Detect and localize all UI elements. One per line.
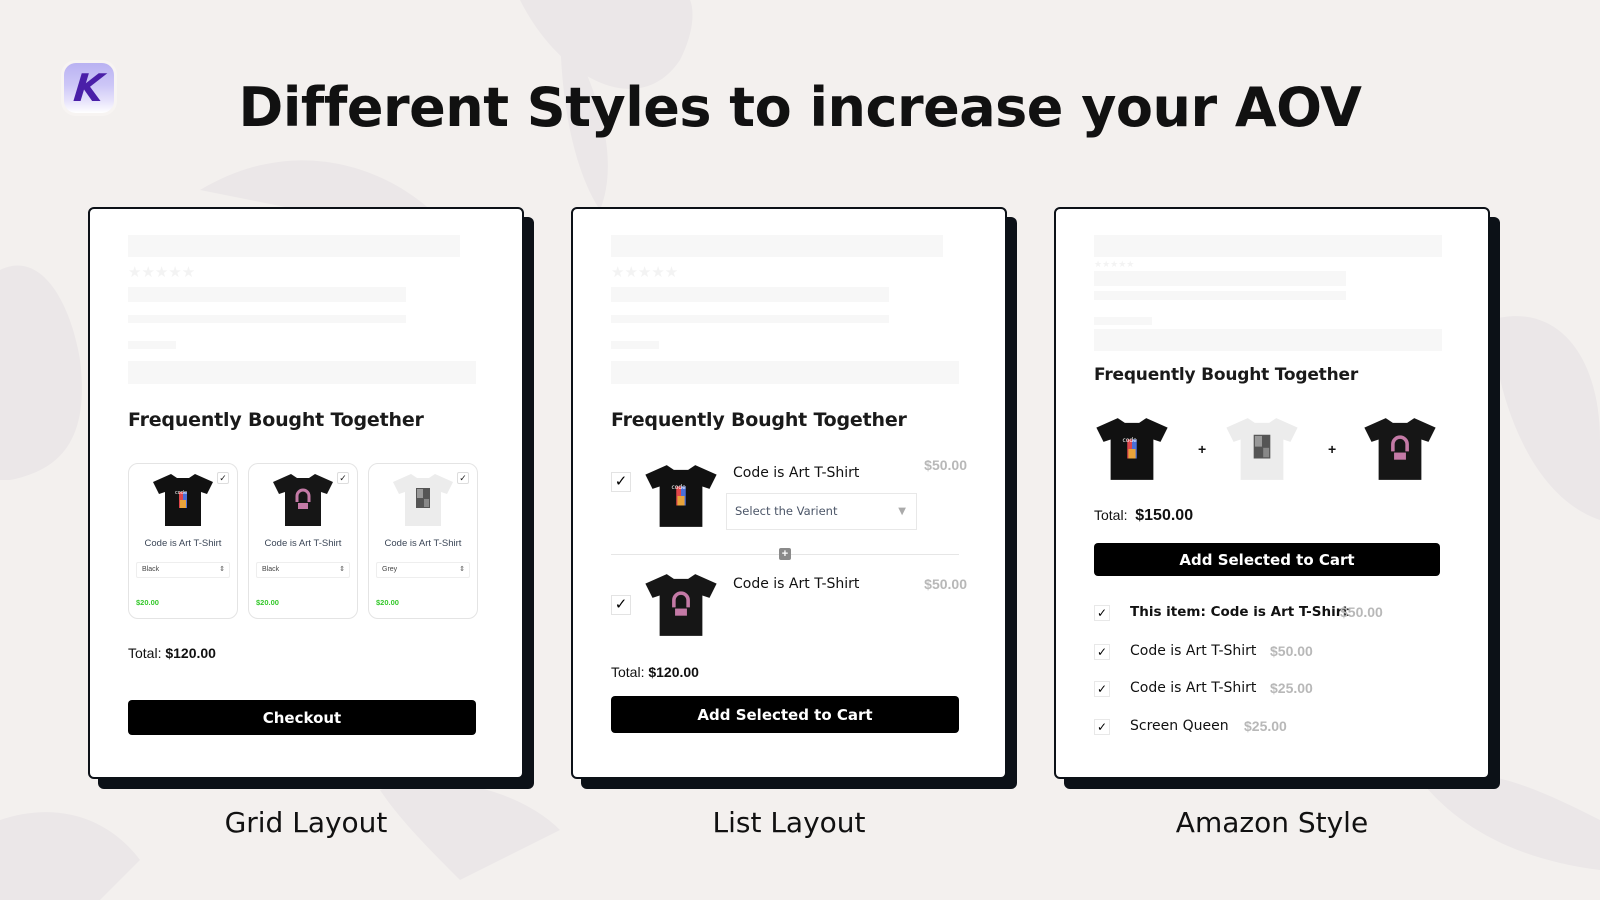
product-checkbox[interactable]: ✓ <box>457 472 469 484</box>
fbt-title: Frequently Bought Together <box>611 409 907 431</box>
skeleton-stars: ★★★★★ <box>128 264 196 281</box>
total: Total: $150.00 <box>1094 507 1194 524</box>
item-price: $25.00 <box>1244 718 1287 734</box>
select-arrows-icon: ⇕ <box>459 566 465 573</box>
skeleton-block <box>1094 329 1442 351</box>
skeleton-line <box>128 315 406 323</box>
fbt-title: Frequently Bought Together <box>1094 365 1359 385</box>
item-name: Code is Art T-Shirt <box>733 465 860 481</box>
svg-text:code: code <box>175 490 187 496</box>
svg-text:code: code <box>672 484 687 491</box>
grid-layout-panel: ★★★★★ Frequently Bought Together ✓ code … <box>88 207 534 789</box>
item-price: $50.00 <box>924 576 967 592</box>
item-price: $50.00 <box>924 457 967 473</box>
product-checkbox[interactable]: ✓ <box>337 472 349 484</box>
add-selected-to-cart-button[interactable]: Add Selected to Cart <box>1094 543 1440 576</box>
skeleton-line <box>1094 271 1346 286</box>
checkout-button[interactable]: Checkout <box>128 700 476 735</box>
product-price: $20.00 <box>376 598 399 607</box>
skeleton-stars: ★★★★★ <box>1094 259 1135 269</box>
item-name: Code is Art T-Shirt <box>1130 680 1257 696</box>
grid-layout-caption: Grid Layout <box>224 806 388 839</box>
variant-select[interactable]: Select the Varient ▼ <box>726 493 917 530</box>
dropdown-arrow-icon: ▼ <box>898 506 906 517</box>
black-rainbow-shirt-image <box>273 474 333 526</box>
black-rainbow-shirt-image <box>1364 418 1436 480</box>
select-arrows-icon: ⇕ <box>219 566 225 573</box>
product-name: Code is Art T-Shirt <box>384 538 462 549</box>
skeleton-line <box>128 287 406 302</box>
product-price: $20.00 <box>256 598 279 607</box>
item-name: Screen Queen <box>1130 718 1229 734</box>
page-headline: Different Styles to increase your AOV <box>238 76 1362 139</box>
list-layout-card: ★★★★★ Frequently Bought Together ✓ code … <box>571 207 1007 779</box>
skeleton-line <box>611 315 889 323</box>
product-name: Code is Art T-Shirt <box>264 538 342 549</box>
product-card[interactable]: ✓ Code is Art T-Shirt Grey ⇕ $20.00 <box>368 463 478 619</box>
total: Total: $120.00 <box>611 664 699 680</box>
plus-icon: + <box>779 548 791 560</box>
total-value: $150.00 <box>1135 507 1194 524</box>
svg-text:code: code <box>1123 437 1138 444</box>
fbt-title: Frequently Bought Together <box>128 409 424 431</box>
amazon-style-caption: Amazon Style <box>1175 806 1369 839</box>
total-value: $120.00 <box>165 645 216 661</box>
list-layout-panel: ★★★★★ Frequently Bought Together ✓ code … <box>571 207 1017 789</box>
product-price: $20.00 <box>136 598 159 607</box>
item-checkbox[interactable]: ✓ <box>1094 681 1110 697</box>
item-checkbox[interactable]: ✓ <box>611 472 631 492</box>
item-checkbox[interactable]: ✓ <box>611 595 631 615</box>
item-checkbox[interactable]: ✓ <box>1094 719 1110 735</box>
variant-select[interactable]: Grey ⇕ <box>376 562 470 578</box>
item-name: Code is Art T-Shirt <box>1130 643 1257 659</box>
plus-icon: + <box>1328 441 1337 457</box>
black-code-art-shirt-image: code <box>1096 418 1168 480</box>
skeleton-line <box>128 341 176 349</box>
skeleton-line <box>611 341 659 349</box>
white-photo-shirt-image <box>1226 418 1298 480</box>
product-checkbox[interactable]: ✓ <box>217 472 229 484</box>
skeleton-block <box>128 361 476 384</box>
grid-layout-card: ★★★★★ Frequently Bought Together ✓ code … <box>88 207 524 779</box>
product-card[interactable]: ✓ code Code is Art T-Shirt Black ⇕ $20.00 <box>128 463 238 619</box>
skeleton-block <box>611 361 959 384</box>
item-price: $50.00 <box>1340 604 1383 620</box>
item-price: $50.00 <box>1270 643 1313 659</box>
amazon-style-panel: ★★★★★ Frequently Bought Together code + … <box>1054 207 1500 789</box>
white-photo-shirt-image <box>393 474 453 526</box>
item-name: Code is Art T-Shirt <box>733 576 860 592</box>
add-selected-to-cart-button[interactable]: Add Selected to Cart <box>611 696 959 733</box>
total-value: $120.00 <box>648 664 699 680</box>
item-price: $25.00 <box>1270 680 1313 696</box>
amazon-style-card: ★★★★★ Frequently Bought Together code + … <box>1054 207 1490 779</box>
skeleton-title <box>611 235 943 257</box>
item-name: This item: Code is Art T-Shirt <box>1130 604 1349 620</box>
skeleton-line <box>1094 291 1346 300</box>
black-code-art-shirt-image: code <box>645 465 717 527</box>
product-name: Code is Art T-Shirt <box>144 538 222 549</box>
item-checkbox[interactable]: ✓ <box>1094 605 1110 621</box>
product-card[interactable]: ✓ Code is Art T-Shirt Black ⇕ $20.00 <box>248 463 358 619</box>
skeleton-line <box>611 287 889 302</box>
variant-select[interactable]: Black ⇕ <box>256 562 350 578</box>
plus-icon: + <box>1198 441 1207 457</box>
variant-select[interactable]: Black ⇕ <box>136 562 230 578</box>
skeleton-title <box>1094 235 1442 257</box>
black-code-art-shirt-image: code <box>153 474 213 526</box>
list-layout-caption: List Layout <box>712 806 866 839</box>
total: Total: $120.00 <box>128 645 216 661</box>
skeleton-stars: ★★★★★ <box>611 264 679 281</box>
black-rainbow-shirt-image <box>645 574 717 636</box>
skeleton-title <box>128 235 460 257</box>
skeleton-line <box>1094 317 1152 325</box>
select-arrows-icon: ⇕ <box>339 566 345 573</box>
item-checkbox[interactable]: ✓ <box>1094 644 1110 660</box>
